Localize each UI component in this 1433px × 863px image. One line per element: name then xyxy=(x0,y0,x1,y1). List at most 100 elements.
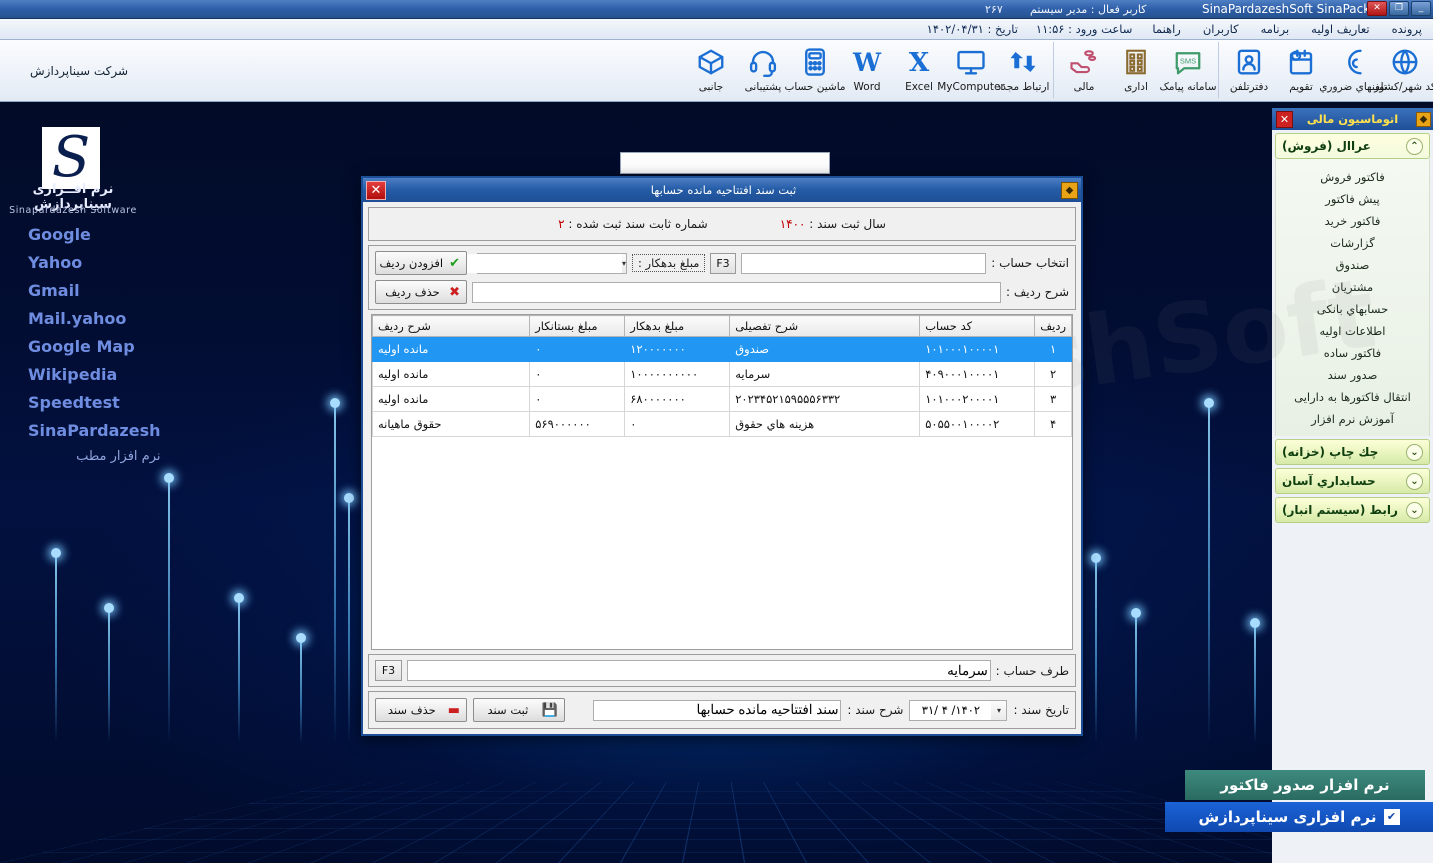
column-header-credit[interactable]: مبلغ بستانکار xyxy=(529,315,626,337)
cell-desc: سرمایه xyxy=(729,361,921,387)
desktop-link-4[interactable]: Google Map xyxy=(28,337,161,356)
toolbar-button-excel[interactable]: X Excel xyxy=(893,43,945,101)
banner-invoice-software[interactable]: نرم افزار صدور فاکتور xyxy=(1185,770,1425,800)
cell-empty xyxy=(625,512,730,537)
toolbar-button-calendar[interactable]: تقویم xyxy=(1275,43,1327,101)
cell-desc: ۲۰۲۳۴۵۲۱۵۹۵۵۵۶۳۳۲ xyxy=(729,386,921,412)
column-header-idx[interactable]: ردیف xyxy=(1034,315,1072,337)
add-row-button[interactable]: ✔ افزودن ردیف xyxy=(375,251,467,275)
sinapardazesh-logo: S xyxy=(42,127,100,189)
desktop-link-3[interactable]: Mail.yahoo xyxy=(28,309,161,328)
minimize-button[interactable]: _ xyxy=(1411,1,1431,16)
cell-empty xyxy=(530,637,625,650)
cell-empty xyxy=(373,437,530,462)
doc-desc-input[interactable] xyxy=(593,699,842,721)
toolbar-button-monitor[interactable]: MyComputer xyxy=(937,43,1005,101)
chevron-up-icon[interactable]: ⌃ xyxy=(1406,137,1423,155)
cell-rdesc: حقوق ماهیانه xyxy=(372,411,531,437)
sidebar-group-header-2[interactable]: ⌄ حسابداري آسان xyxy=(1275,468,1430,494)
chevron-down-icon[interactable]: ⌄ xyxy=(1406,472,1423,490)
save-document-button[interactable]: 💾 ثبت سند xyxy=(473,698,565,722)
doc-date-field[interactable]: ▾ ۱۴۰۲/ ۴ /۳۱ xyxy=(909,699,1008,721)
sidebar-item-11[interactable]: آموزش نرم افزار xyxy=(1276,408,1429,430)
sidebar-item-10[interactable]: انتقال فاکتورها به دارایی xyxy=(1276,386,1429,408)
amount-input[interactable] xyxy=(440,253,622,273)
table-empty-row xyxy=(373,462,1072,487)
sidebar-group-header-0[interactable]: ⌃ عراال (فروش) xyxy=(1275,133,1430,159)
dialog-close-button[interactable]: ✕ xyxy=(366,180,386,200)
toolbar-button-building[interactable]: اداری xyxy=(1110,43,1162,101)
close-button[interactable]: ✕ xyxy=(1367,1,1387,16)
account-f3-hint[interactable]: F3 xyxy=(710,252,736,274)
chevron-down-icon[interactable]: ▾ xyxy=(621,253,626,273)
company-name-label: شرکت سیناپردازش xyxy=(30,63,129,78)
menu-item-0[interactable]: پرونده xyxy=(1381,22,1433,36)
column-header-desc[interactable]: شرح تفصیلی xyxy=(729,315,921,337)
column-header-rdesc[interactable]: شرح ردیف xyxy=(372,315,531,337)
toolbar-button-phone[interactable]: تلفنهاي ضروري xyxy=(1319,43,1387,101)
cell-empty xyxy=(373,612,530,637)
counterparty-f3-hint[interactable]: F3 xyxy=(375,660,402,681)
sidebar-item-4[interactable]: صندوق xyxy=(1276,254,1429,276)
calculator-icon xyxy=(800,43,830,80)
toolbar-button-box[interactable]: جانبی xyxy=(685,43,737,101)
save-document-label: ثبت سند xyxy=(487,703,529,717)
sidebar-item-0[interactable]: فاکتور فروش xyxy=(1276,166,1429,188)
column-header-code[interactable]: کد حساب xyxy=(919,315,1036,337)
desktop-link-1[interactable]: Yahoo xyxy=(28,253,161,272)
table-row[interactable]: ۳ ۱۰۱۰۰۰۲۰۰۰۰۱ ۲۰۲۳۴۵۲۱۵۹۵۵۵۶۳۳۲ ۶۸۰۰۰۰۰۰۰ ۰… xyxy=(372,386,1072,412)
menu-item-2[interactable]: برنامه xyxy=(1250,22,1301,36)
desktop-link-5[interactable]: Wikipedia xyxy=(28,365,161,384)
desktop-link-0[interactable]: Google xyxy=(28,225,161,244)
sidebar-item-5[interactable]: مشتریان xyxy=(1276,276,1429,298)
table-empty-row xyxy=(373,537,1072,562)
toolbar-button-headset[interactable]: پشتیبانی xyxy=(737,43,789,101)
sidebar-group-header-3[interactable]: ⌄ رابط (سیستم انبار) xyxy=(1275,497,1430,523)
table-row[interactable]: ۱ ۱۰۱۰۰۰۱۰۰۰۰۱ صندوق ۱۲۰۰۰۰۰۰۰ ۰ مانده اولیه xyxy=(372,336,1072,362)
banner-sinapardazesh[interactable]: ✔ نرم افزاری سیناپردازش xyxy=(1165,802,1433,832)
menu-item-1[interactable]: تعاریف اولیه xyxy=(1300,22,1380,36)
sidebar-item-7[interactable]: اطلاعات اولیه xyxy=(1276,320,1429,342)
desktop-link-8[interactable]: نرم افزار مطب xyxy=(28,449,160,464)
cell-empty xyxy=(1035,562,1072,587)
globe-icon xyxy=(1390,43,1420,80)
sidebar-item-8[interactable]: فاکتور ساده xyxy=(1276,342,1429,364)
menu-item-3[interactable]: کاربران xyxy=(1192,22,1250,36)
sidebar-group-header-1[interactable]: ⌄ چك چاپ (خزانه) xyxy=(1275,439,1430,465)
entries-table-container[interactable]: ردیف کد حساب شرح تفصیلی مبلغ بدهکار مبلغ بست… xyxy=(371,314,1073,650)
desktop-link-7[interactable]: SinaPardazesh xyxy=(28,421,161,440)
sidebar-item-1[interactable]: پیش فاکتور xyxy=(1276,188,1429,210)
restore-button[interactable]: ❐ xyxy=(1389,1,1409,16)
toolbar-button-contact-card[interactable]: دفترتلفن xyxy=(1223,43,1275,101)
table-row[interactable]: ۲ ۴۰۹۰۰۰۱۰۰۰۰۱ سرمایه ۱۰۰۰۰۰۰۰۰۰۰ ۰ مانده اول… xyxy=(372,361,1072,387)
counterparty-input[interactable] xyxy=(407,660,991,681)
menu-item-4[interactable]: راهنما xyxy=(1141,22,1191,36)
delete-document-button[interactable]: ▬ حذف سند xyxy=(375,698,467,722)
sidebar-close-icon[interactable]: ✕ xyxy=(1276,110,1293,128)
window-titlebar: SinaPardazeshSoft SinaPack کاربر فعال : … xyxy=(0,0,1433,19)
toolbar-button-hand-coins[interactable]: مالی xyxy=(1058,43,1110,101)
toolbar-button-calculator[interactable]: ماشین حساب xyxy=(784,43,846,101)
sidebar-item-2[interactable]: فاکتور خرید xyxy=(1276,210,1429,232)
desktop-link-2[interactable]: Gmail xyxy=(28,281,161,300)
cell-empty xyxy=(530,512,625,537)
toolbar-button-word[interactable]: W Word xyxy=(841,43,893,101)
row-desc-input[interactable] xyxy=(472,281,1001,303)
column-header-debit[interactable]: مبلغ بدهکار xyxy=(624,315,731,337)
amount-combobox[interactable]: ▾ xyxy=(440,252,627,274)
chevron-down-icon[interactable]: ▾ xyxy=(991,700,1007,720)
sidebar-item-9[interactable]: صدور سند xyxy=(1276,364,1429,386)
sidebar-item-3[interactable]: گزارشات xyxy=(1276,232,1429,254)
chevron-down-icon[interactable]: ⌄ xyxy=(1406,501,1423,519)
table-row[interactable]: ۴ ۵۰۵۵۰۰۱۰۰۰۰۲ هزینه هاي حقوق ۰ ۵۶۹۰۰۰۰۰۰ حقو… xyxy=(372,411,1072,437)
toolbar-button-sms[interactable]: SMS سامانه پیامک xyxy=(1159,43,1217,101)
chevron-down-icon[interactable]: ⌄ xyxy=(1406,443,1423,461)
banner-sinapardazesh-label: نرم افزاری سیناپردازش xyxy=(1198,808,1377,826)
sidebar-item-6[interactable]: حسابهاي بانکی xyxy=(1276,298,1429,320)
account-input[interactable] xyxy=(740,252,987,274)
session-number: ۲۶۷ xyxy=(985,2,1003,16)
cell-desc: هزینه هاي حقوق xyxy=(729,411,921,437)
desktop-link-6[interactable]: Speedtest xyxy=(28,393,161,412)
delete-row-button[interactable]: ✖ حذف ردیف xyxy=(375,280,467,304)
amount-type-label[interactable]: مبلغ بدهکار : xyxy=(632,254,706,272)
